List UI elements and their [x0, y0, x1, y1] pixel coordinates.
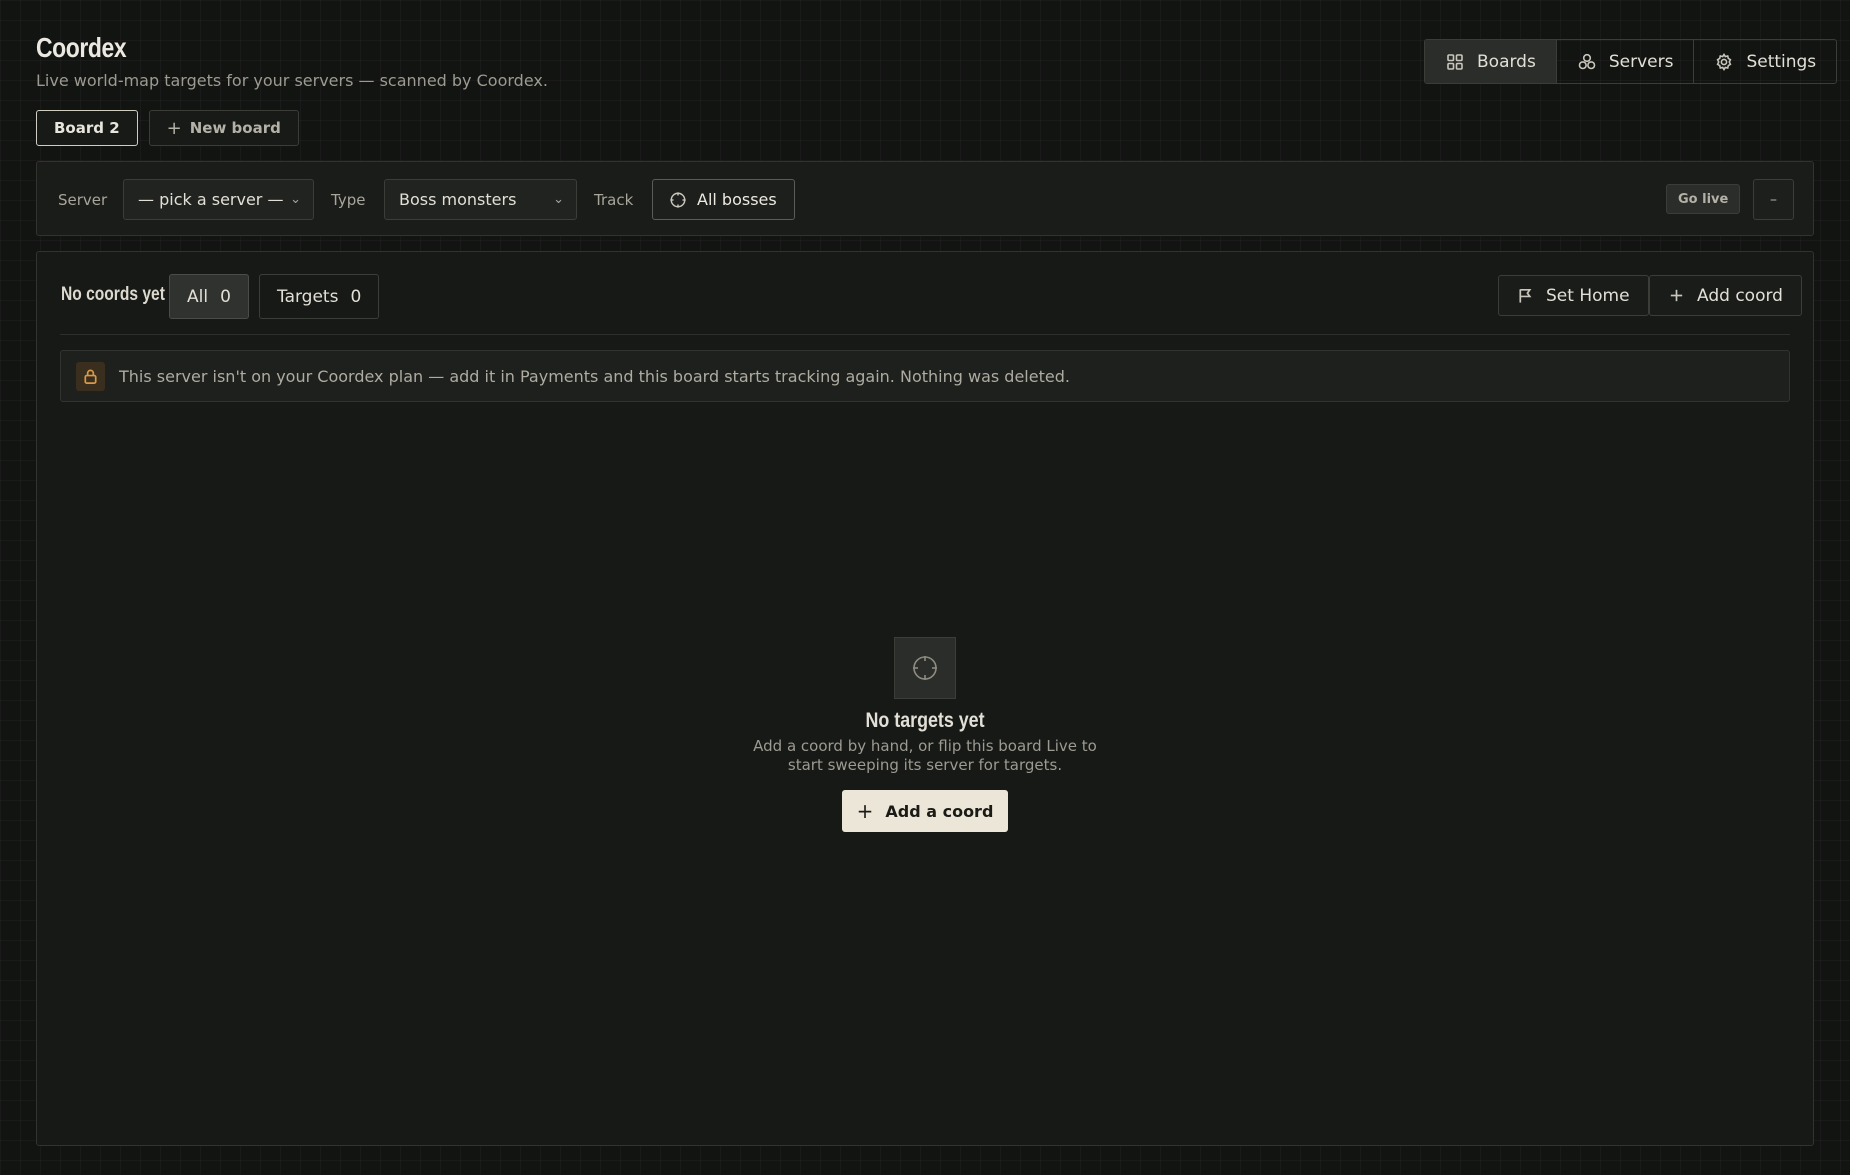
track-label: Track — [594, 191, 634, 209]
plus-icon: + — [166, 117, 182, 139]
filter-all-label: All — [187, 286, 209, 307]
nav-boards[interactable]: Boards — [1425, 40, 1557, 83]
grid-icon — [1447, 53, 1463, 70]
empty-title: No targets yet — [865, 709, 985, 732]
type-label: Type — [331, 191, 366, 209]
crosshair-icon — [670, 191, 686, 208]
filter-targets-label: Targets — [277, 286, 339, 307]
nav-servers[interactable]: Servers — [1557, 40, 1695, 83]
gear-icon — [1717, 52, 1732, 71]
track-button-label: All bosses — [697, 190, 777, 209]
nav-servers-label: Servers — [1608, 51, 1674, 72]
filter-targets-count: 0 — [350, 286, 362, 307]
collapse-button[interactable]: – — [1753, 179, 1794, 220]
empty-description: Add a coord by hand, or flip this board … — [753, 737, 1097, 774]
servers-cluster-icon — [1578, 53, 1596, 69]
plan-notice: This server isn't on your Coordex plan —… — [60, 350, 1790, 402]
empty-state: No targets yet Add a coord by hand, or f… — [37, 637, 1813, 832]
add-a-coord-button[interactable]: + Add a coord — [842, 790, 1008, 832]
divider — [60, 334, 1790, 335]
track-button[interactable]: All bosses — [652, 179, 795, 220]
main-panel: No coords yet All 0 Targets 0 Set Home A… — [36, 251, 1814, 1146]
lock-icon — [76, 361, 105, 391]
nav-boards-label: Boards — [1477, 51, 1536, 72]
empty-crosshair-icon — [894, 637, 956, 699]
plus-icon — [1670, 289, 1683, 302]
nav-settings[interactable]: Settings — [1694, 40, 1836, 83]
app-subtitle: Live world-map targets for your servers … — [36, 71, 548, 90]
filter-targets[interactable]: Targets 0 — [259, 274, 380, 319]
board-tab-current[interactable]: Board 2 — [36, 110, 138, 146]
board-tabs: Board 2 + New board — [36, 110, 299, 146]
control-bar: Server — pick a server — ⌄ Type Boss mon… — [36, 161, 1814, 236]
nav-settings-label: Settings — [1746, 51, 1817, 72]
set-home-button[interactable]: Set Home — [1498, 275, 1649, 316]
app-title: Coordex — [36, 32, 127, 63]
filter-all-count: 0 — [220, 286, 231, 307]
server-select-value: — pick a server — — [138, 190, 284, 209]
coords-status: No coords yet — [61, 284, 165, 305]
plus-icon: + — [856, 799, 874, 823]
filter-all[interactable]: All 0 — [169, 274, 249, 319]
server-select[interactable]: — pick a server — ⌄ — [123, 179, 314, 220]
new-board-button[interactable]: + New board — [148, 110, 299, 146]
flag-icon — [1519, 288, 1532, 303]
add-coord-label: Add coord — [1697, 285, 1783, 306]
type-select[interactable]: Boss monsters ⌄ — [384, 179, 577, 220]
type-select-value: Boss monsters — [399, 190, 517, 209]
top-nav: Boards Servers Settings — [1424, 39, 1838, 84]
set-home-label: Set Home — [1546, 285, 1630, 306]
new-board-label: New board — [189, 119, 281, 137]
page: Coordex Live world-map targets for your … — [0, 0, 1850, 1175]
notice-text: This server isn't on your Coordex plan —… — [119, 366, 1070, 386]
add-coord-button[interactable]: Add coord — [1649, 275, 1802, 316]
add-a-coord-label: Add a coord — [885, 801, 994, 821]
chevron-down-icon: ⌄ — [290, 192, 301, 207]
go-live-button[interactable]: Go live — [1666, 184, 1741, 214]
server-label: Server — [58, 191, 108, 209]
chevron-down-icon: ⌄ — [553, 192, 564, 207]
